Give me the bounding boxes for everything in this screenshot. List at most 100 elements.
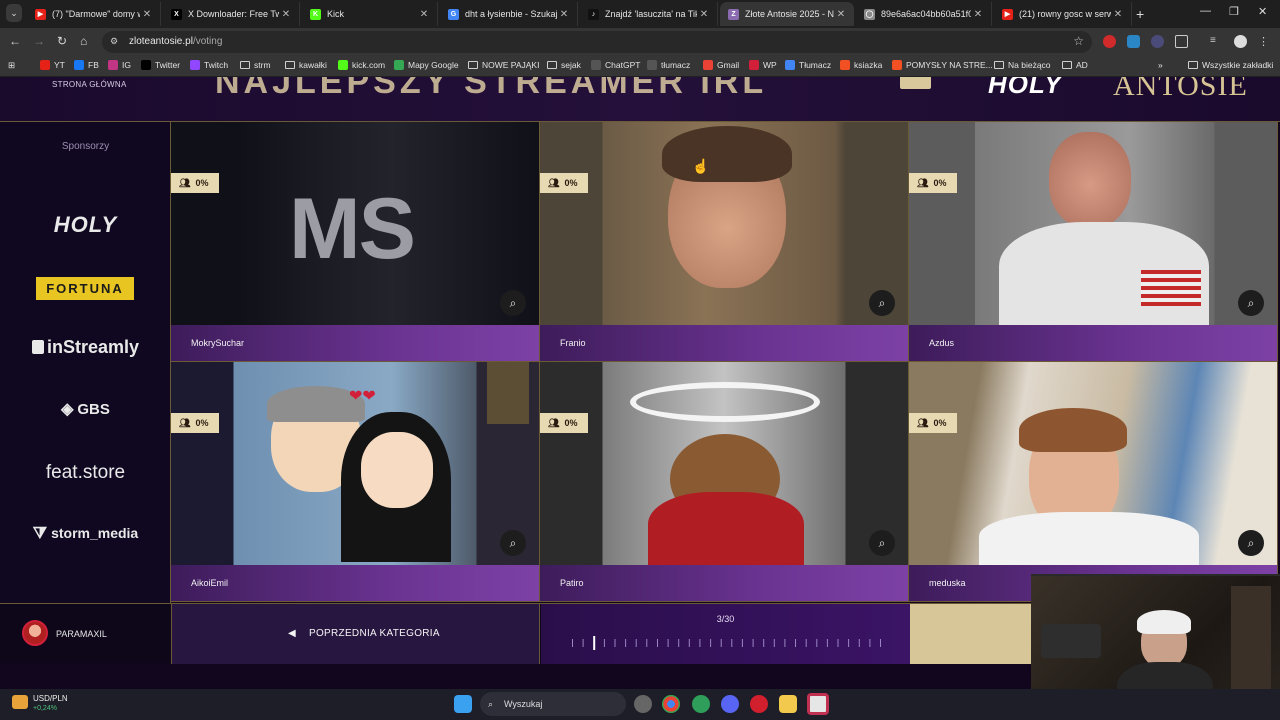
bookmark-item[interactable]: Tłumacz (785, 60, 831, 70)
bookmark-item[interactable]: Mapy Google (394, 60, 459, 70)
zoom-icon[interactable]: ⌕ (1238, 530, 1264, 556)
bookmark-item[interactable]: Na bieżąco (994, 60, 1051, 70)
apps-grid-icon[interactable]: ⊞ (8, 60, 15, 71)
progress-tick[interactable] (657, 639, 658, 647)
nominee-card[interactable]: 👥︎ 0% ⌕ meduska (909, 362, 1278, 602)
bookmark-item[interactable]: ChatGPT (591, 60, 640, 70)
progress-tick[interactable] (699, 639, 701, 647)
progress-tick[interactable] (720, 639, 722, 647)
browser-tab[interactable]: ♪ Znajdź 'lasuczita' na TikTo✕ (580, 2, 718, 26)
previous-category-button[interactable]: ◀ POPRZEDNIA KATEGORIA (171, 604, 540, 664)
progress-tick[interactable] (603, 639, 605, 647)
profile-avatar[interactable] (1234, 35, 1247, 48)
forward-icon[interactable]: → (33, 34, 45, 48)
user-name[interactable]: PARAMAXIL (56, 629, 107, 639)
bookmark-item[interactable]: strm (240, 60, 271, 70)
progress-tick[interactable] (667, 639, 669, 647)
sponsor-holy-logo[interactable]: HOLY (0, 212, 171, 238)
progress-tick[interactable] (646, 639, 648, 647)
restore-icon[interactable]: ❐ (1229, 5, 1239, 18)
bookmark-item[interactable]: NOWE PAJĄKI (468, 60, 539, 70)
bookmark-star-icon[interactable]: ☆ (1073, 34, 1084, 48)
reading-list-icon[interactable]: ≡ (1210, 35, 1223, 48)
progress-tick[interactable] (582, 639, 584, 647)
user-avatar[interactable] (22, 620, 48, 646)
file-explorer-icon[interactable] (779, 695, 797, 713)
opera-icon[interactable] (750, 695, 768, 713)
browser-tab[interactable]: X X Downloader: Free Twitte✕ (163, 2, 300, 26)
progress-tick[interactable] (848, 639, 850, 647)
tab-close-icon[interactable]: ✕ (140, 9, 154, 20)
sponsor-instreamly-logo[interactable]: inStreamly (0, 337, 171, 358)
nominee-card[interactable]: 👥︎ 0% ⌕ Franio ☝ (540, 122, 909, 362)
bookmark-item[interactable]: kawałki (285, 60, 327, 70)
zoom-icon[interactable]: ⌕ (500, 530, 526, 556)
bookmark-item[interactable]: AD (1062, 60, 1088, 70)
tab-close-icon[interactable]: ✕ (697, 9, 711, 20)
extension-icon[interactable] (1151, 35, 1164, 48)
tab-close-icon[interactable]: ✕ (1111, 9, 1125, 20)
bookmarks-overflow-icon[interactable]: » (1158, 60, 1163, 70)
progress-tick[interactable] (773, 639, 775, 647)
bookmark-item[interactable]: tłumacz (647, 60, 690, 70)
progress-tick[interactable] (678, 639, 680, 647)
nominee-card[interactable]: ❤❤ 👥︎ 0% ⌕ AikoiEmil (171, 362, 540, 602)
extension-icon[interactable] (1127, 35, 1140, 48)
discord-icon[interactable] (721, 695, 739, 713)
tab-close-icon[interactable]: ✕ (417, 9, 431, 20)
progress-tick[interactable] (688, 639, 690, 647)
back-icon[interactable]: ← (9, 34, 21, 48)
bookmark-item[interactable]: kick.com (338, 60, 385, 70)
app-icon[interactable] (807, 693, 829, 715)
sponsor-fortuna-logo[interactable]: FORTUNA (36, 277, 134, 300)
progress-tick[interactable] (741, 639, 743, 647)
tab-close-icon[interactable]: ✕ (279, 9, 293, 20)
weather-widget-icon[interactable] (12, 695, 28, 709)
chrome-icon[interactable] (662, 695, 680, 713)
browser-tab[interactable]: Gdht a łysienbie - Szukaj w ✕ (440, 2, 578, 26)
tab-search-dropdown[interactable]: ⌄ (6, 4, 22, 22)
progress-tick[interactable] (752, 639, 754, 647)
stock-widget[interactable]: USD/PLN +0,24% (33, 694, 68, 712)
next-category-button[interactable] (910, 604, 1035, 664)
progress-tick[interactable] (880, 639, 881, 647)
widgets-icon[interactable] (634, 695, 652, 713)
bookmark-item[interactable]: Gmail (703, 60, 739, 70)
progress-ticks[interactable] (571, 636, 881, 650)
bookmark-item[interactable]: sejak (547, 60, 581, 70)
tab-close-icon[interactable]: ✕ (971, 9, 985, 20)
progress-tick[interactable] (784, 639, 786, 647)
browser-tab[interactable]: ▶ (7) "Darmowe" domy w Ja✕ (27, 2, 161, 26)
browser-menu-icon[interactable]: ⋮ (1258, 35, 1271, 48)
security-app-icon[interactable] (692, 695, 710, 713)
progress-tick[interactable] (816, 639, 818, 647)
zoom-icon[interactable]: ⌕ (869, 290, 895, 316)
zoom-icon[interactable]: ⌕ (869, 530, 895, 556)
zoom-icon[interactable]: ⌕ (500, 290, 526, 316)
progress-tick[interactable] (805, 639, 807, 647)
progress-tick[interactable] (572, 639, 573, 647)
bookmark-item[interactable]: IG (108, 60, 131, 70)
all-bookmarks-link[interactable]: Wszystkie zakładki (1188, 60, 1273, 70)
sponsor-featstore-logo[interactable]: feat.store (0, 462, 171, 484)
sponsor-stormmedia-logo[interactable]: ⧩ storm_media (0, 525, 171, 543)
tab-close-icon[interactable]: ✕ (557, 9, 571, 20)
sponsor-gbs-logo[interactable]: ◈ GBS (0, 399, 171, 419)
nominee-card[interactable]: MS 👥︎ 0% ⌕ MokrySuchar (171, 122, 540, 362)
bookmark-item[interactable]: ksiazka (840, 60, 882, 70)
bookmark-item[interactable]: Twitch (190, 60, 228, 70)
tab-close-icon[interactable]: ✕ (834, 9, 848, 20)
site-info-icon[interactable]: ⚙ (110, 36, 122, 48)
progress-tick[interactable] (763, 639, 765, 647)
progress-tick-current[interactable] (593, 636, 596, 650)
bookmark-item[interactable]: Twitter (141, 60, 180, 70)
browser-tab[interactable]: ▶ (21) rowny gosc w serwi ✕ (994, 2, 1132, 26)
progress-tick[interactable] (731, 639, 733, 647)
bookmark-item[interactable]: YT (40, 60, 65, 70)
progress-tick[interactable] (869, 639, 871, 647)
progress-tick[interactable] (635, 639, 637, 647)
progress-tick[interactable] (710, 639, 712, 647)
nominee-card[interactable]: 👥︎ 0% ⌕ Azdus (909, 122, 1278, 362)
taskbar-search[interactable]: ⌕ Wyszukaj (480, 692, 626, 716)
browser-tab[interactable]: ◯ 89e6a6ac04bb60a51f06b✕ (856, 2, 992, 26)
